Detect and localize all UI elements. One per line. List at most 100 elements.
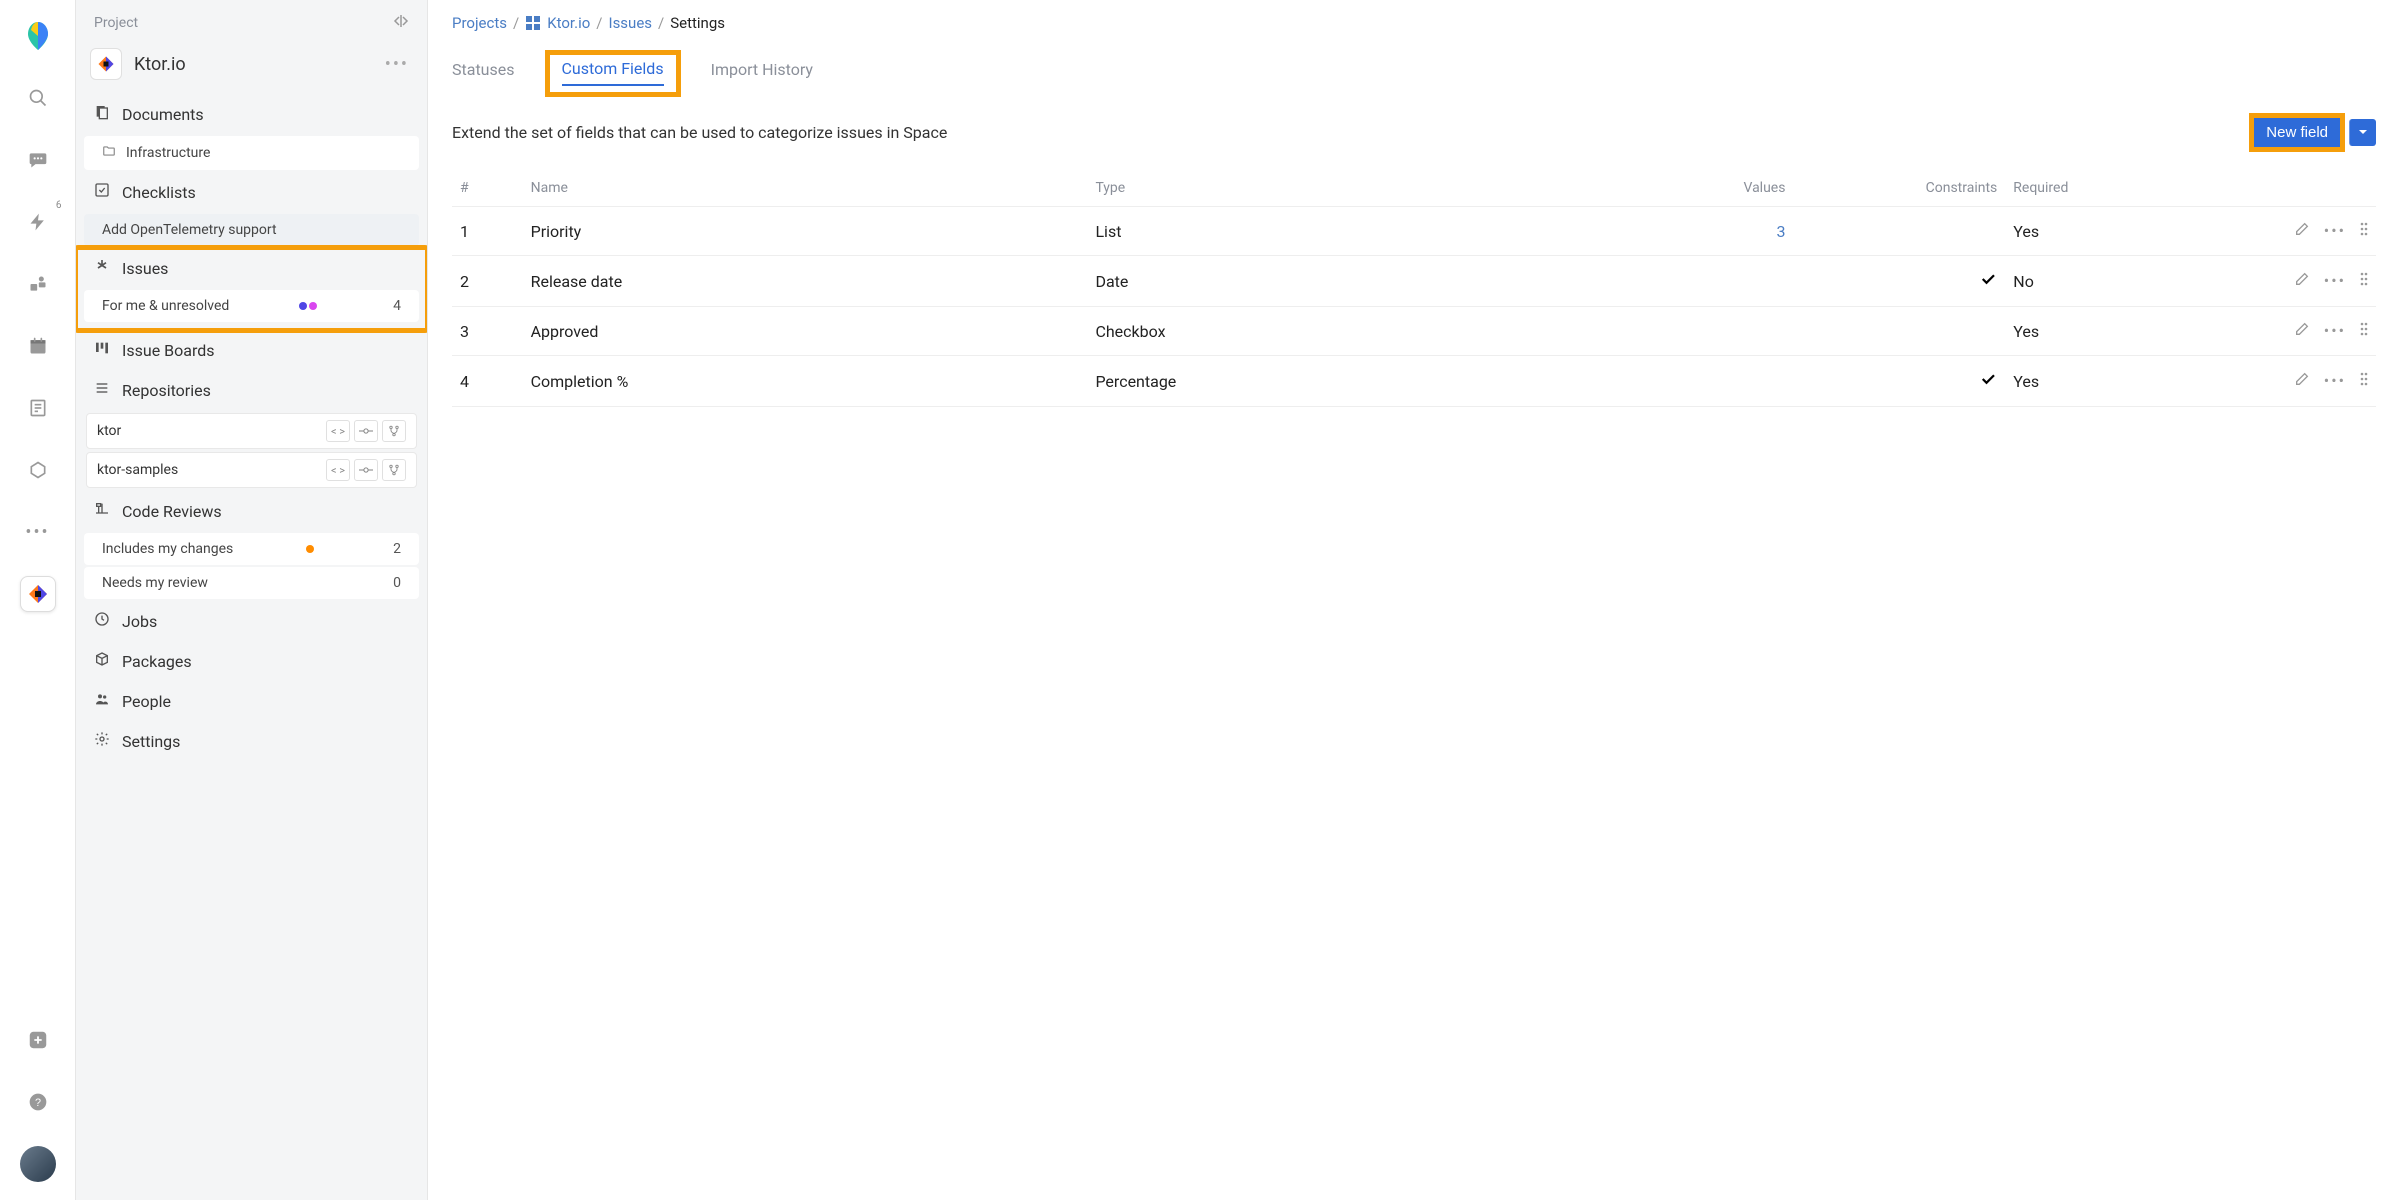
drag-handle-icon[interactable] [2360, 271, 2368, 291]
sidebar-item-opentelemetry[interactable]: Add OpenTelemetry support [84, 214, 419, 246]
sidebar-item-needs-review[interactable]: Needs my review 0 [84, 567, 419, 599]
calendar-icon[interactable] [20, 328, 56, 364]
cell-constraints [1793, 307, 2005, 356]
sidebar-section-people[interactable]: People [76, 681, 427, 721]
add-icon[interactable] [20, 1022, 56, 1058]
drag-handle-icon[interactable] [2360, 321, 2368, 341]
table-row: 4Completion %PercentageYes••• [452, 356, 2376, 407]
sidebar-section-checklists[interactable]: Checklists [76, 172, 427, 212]
repo-commit-icon[interactable] [354, 459, 378, 481]
repo-branch-icon[interactable] [382, 420, 406, 442]
cell-name: Approved [523, 307, 1088, 356]
more-icon[interactable]: ••• [2324, 221, 2346, 241]
cell-required: Yes [2005, 307, 2182, 356]
highlight-custom-fields: Custom Fields [545, 50, 681, 97]
sidebar-section-code-reviews[interactable]: Code Reviews [76, 491, 427, 531]
breadcrumb-issues[interactable]: Issues [608, 14, 652, 32]
breadcrumb-projects[interactable]: Projects [452, 14, 507, 32]
team-icon[interactable] [20, 266, 56, 302]
repositories-label: Repositories [122, 381, 211, 400]
more-icon[interactable]: ••• [20, 514, 56, 550]
more-icon[interactable]: ••• [2324, 271, 2346, 291]
cell-type: Percentage [1087, 356, 1617, 407]
sidebar-section-settings[interactable]: Settings [76, 721, 427, 761]
cell-actions: ••• [2182, 356, 2376, 407]
issues-label: Issues [122, 259, 168, 278]
issues-filter-count: 4 [393, 298, 401, 314]
lightning-icon[interactable]: 6 [20, 204, 56, 240]
sidebar-repo-ktor-samples[interactable]: ktor-samples < > [86, 452, 417, 488]
sidebar-section-issues[interactable]: Issues [76, 248, 427, 288]
chevron-down-icon [2358, 127, 2368, 137]
cell-values [1617, 256, 1794, 307]
breadcrumb-project-icon [525, 15, 541, 31]
hex-icon[interactable] [20, 452, 56, 488]
settings-tabs: Statuses Custom Fields Import History [452, 54, 2376, 97]
documents-label: Documents [122, 105, 204, 124]
sidebar-section-issue-boards[interactable]: Issue Boards [76, 330, 427, 370]
issues-icon [94, 258, 112, 278]
values-link[interactable]: 3 [1776, 222, 1785, 241]
drag-handle-icon[interactable] [2360, 371, 2368, 391]
page-subtitle: Extend the set of fields that can be use… [452, 123, 2249, 142]
cell-index: 1 [452, 207, 523, 256]
repo-branch-icon[interactable] [382, 459, 406, 481]
tab-custom-fields[interactable]: Custom Fields [562, 53, 664, 86]
repo-code-icon[interactable]: < > [326, 459, 350, 481]
sidebar-item-infrastructure[interactable]: Infrastructure [84, 136, 419, 170]
svg-text:?: ? [34, 1097, 40, 1109]
sidebar-item-issues-filter[interactable]: For me & unresolved 4 [84, 290, 419, 322]
sidebar-section-jobs[interactable]: Jobs [76, 601, 427, 641]
breadcrumb-project[interactable]: Ktor.io [547, 14, 590, 32]
collapse-sidebar-icon[interactable] [393, 14, 409, 32]
sidebar-section-repositories[interactable]: Repositories [76, 370, 427, 410]
includes-count: 2 [393, 541, 401, 557]
boards-icon [94, 340, 112, 360]
more-icon[interactable]: ••• [2324, 371, 2346, 391]
project-menu-icon[interactable]: ••• [385, 54, 409, 75]
sidebar-section-packages[interactable]: Packages [76, 641, 427, 681]
repositories-icon [94, 380, 112, 400]
issue-boards-label: Issue Boards [122, 341, 215, 360]
documents-icon [94, 104, 112, 124]
docs-icon[interactable] [20, 390, 56, 426]
project-tile-icon[interactable] [20, 576, 56, 612]
th-required: Required [2005, 170, 2182, 207]
cell-index: 3 [452, 307, 523, 356]
doc-item-label: Infrastructure [126, 145, 210, 161]
project-sidebar: Project Ktor.io ••• Documents Infrastruc… [76, 0, 428, 1200]
cell-actions: ••• [2182, 207, 2376, 256]
cell-constraints [1793, 207, 2005, 256]
edit-icon[interactable] [2294, 271, 2310, 291]
project-selector[interactable]: Ktor.io ••• [76, 40, 427, 94]
th-constraints: Constraints [1793, 170, 2005, 207]
packages-icon [94, 651, 112, 671]
edit-icon[interactable] [2294, 221, 2310, 241]
edit-icon[interactable] [2294, 321, 2310, 341]
tab-statuses[interactable]: Statuses [452, 54, 515, 85]
drag-handle-icon[interactable] [2360, 221, 2368, 241]
sidebar-repo-ktor[interactable]: ktor < > [86, 413, 417, 449]
repo-code-icon[interactable]: < > [326, 420, 350, 442]
user-avatar[interactable] [20, 1146, 56, 1182]
repo-commit-icon[interactable] [354, 420, 378, 442]
search-icon[interactable] [20, 80, 56, 116]
app-logo[interactable] [20, 18, 56, 54]
checklists-label: Checklists [122, 183, 196, 202]
chat-icon[interactable] [20, 142, 56, 178]
code-reviews-icon [94, 501, 112, 521]
th-name: Name [523, 170, 1088, 207]
sidebar-section-documents[interactable]: Documents [76, 94, 427, 134]
new-field-button[interactable]: New field [2254, 118, 2340, 147]
tab-import-history[interactable]: Import History [711, 54, 813, 85]
orange-dot-icon [306, 545, 314, 553]
th-values: Values [1617, 170, 1794, 207]
edit-icon[interactable] [2294, 371, 2310, 391]
more-icon[interactable]: ••• [2324, 321, 2346, 341]
th-type: Type [1087, 170, 1617, 207]
needs-count: 0 [393, 575, 401, 591]
nav-rail: 6 ••• ? [0, 0, 76, 1200]
help-icon[interactable]: ? [20, 1084, 56, 1120]
sidebar-item-includes-changes[interactable]: Includes my changes 2 [84, 533, 419, 565]
new-field-dropdown-button[interactable] [2349, 119, 2376, 146]
